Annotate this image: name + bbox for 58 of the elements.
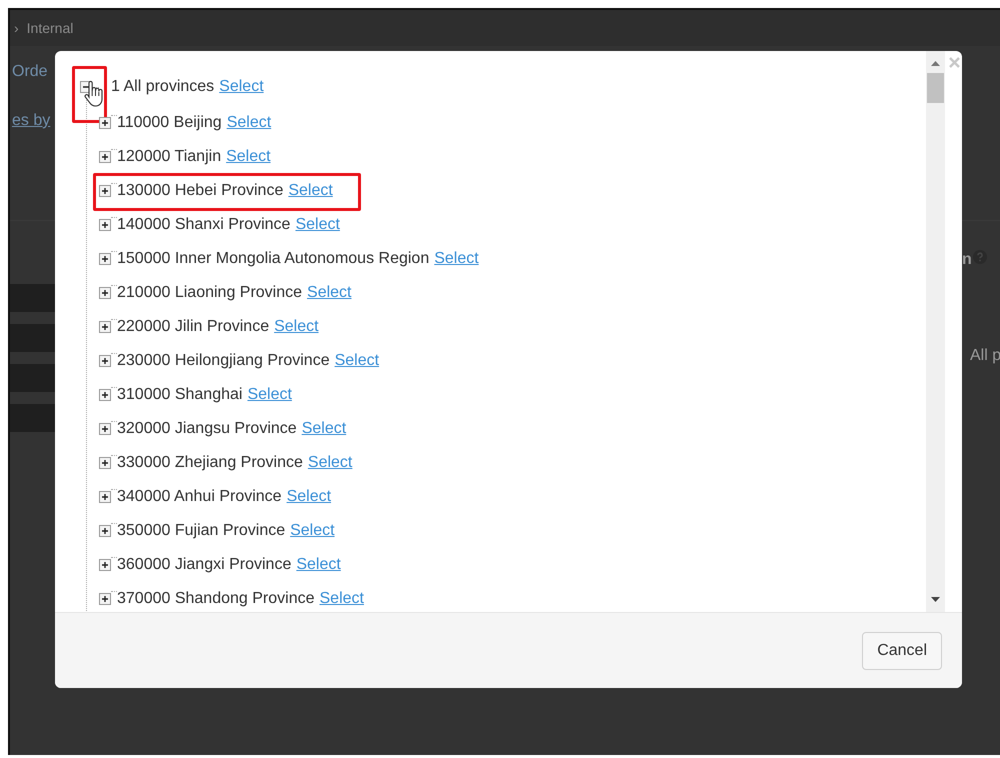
tree-node-label[interactable]: 230000 Heilongjiang Province [117,349,330,373]
expand-icon[interactable] [99,287,111,299]
select-link[interactable]: Select [286,485,332,509]
select-link[interactable]: Select [247,383,292,407]
select-link[interactable]: Select [308,451,352,475]
select-link[interactable]: Select [274,315,319,339]
select-link[interactable]: Select [226,111,272,135]
breadcrumb-separator: › [14,18,19,38]
tree-node-label[interactable]: 120000 Tianjin [117,145,222,169]
tree-node-label[interactable]: 310000 Shanghai [117,383,242,407]
expand-icon[interactable] [99,423,111,435]
expand-icon[interactable] [99,457,111,469]
tree-node-label[interactable]: 370000 Shandong Province [117,587,314,611]
select-link[interactable]: Select [290,519,335,543]
scroll-down-icon[interactable] [931,597,940,602]
expand-icon[interactable] [99,219,111,231]
tab-label[interactable]: Orde [12,60,48,84]
tree-node-label[interactable]: 110000 Beijing [117,111,222,135]
tree-node-label[interactable]: 210000 Liaoning Province [117,281,302,305]
select-link[interactable]: Select [295,213,340,237]
expand-icon[interactable] [99,253,111,265]
tree-node-label[interactable]: 340000 Anhui Province [117,485,282,509]
select-link[interactable]: Select [320,587,364,611]
breadcrumb-item[interactable]: Internal [26,18,74,38]
tree-node-label[interactable]: 360000 Jiangxi Province [117,553,292,577]
select-link[interactable]: Select [296,553,341,577]
select-link[interactable]: Select [226,145,271,169]
tree-node-label[interactable]: 140000 Shanxi Province [117,213,290,237]
tree-node-label[interactable]: 350000 Fujian Province [117,519,286,543]
link[interactable]: es by [12,109,50,133]
select-link[interactable]: Select [307,281,352,305]
tree-node-label[interactable]: 130000 Hebei Province [117,179,284,203]
expand-icon[interactable] [99,355,111,367]
field-value: All p [970,346,1000,366]
expand-icon[interactable] [99,593,111,605]
expand-icon[interactable] [99,321,111,333]
tree-node-label[interactable]: 1 All provinces [111,75,214,99]
expand-icon[interactable] [99,151,111,163]
cancel-button[interactable]: Cancel [862,632,942,670]
expand-icon[interactable] [99,185,111,197]
tree-node-label[interactable]: 320000 Jiangsu Province [117,417,297,441]
expand-icon[interactable] [99,491,111,503]
select-link[interactable]: Select [302,417,346,441]
expand-icon[interactable] [99,117,111,129]
scroll-up-icon[interactable] [931,61,940,66]
expand-icon[interactable] [99,525,111,537]
select-link[interactable]: Select [219,75,264,99]
scrollbar-thumb[interactable] [927,73,944,103]
tree-node-label[interactable]: 150000 Inner Mongolia Autonomous Region [117,247,430,271]
tree-node-label[interactable]: 330000 Zhejiang Province [117,451,303,475]
expand-icon[interactable] [99,559,111,571]
hand-cursor-icon [84,80,104,108]
field-label: n [962,250,972,270]
select-link[interactable]: Select [288,179,333,203]
tree-node-label[interactable]: 220000 Jilin Province [117,315,270,339]
select-link[interactable]: Select [334,349,380,373]
expand-icon[interactable] [99,389,111,401]
select-link[interactable]: Select [434,247,479,271]
